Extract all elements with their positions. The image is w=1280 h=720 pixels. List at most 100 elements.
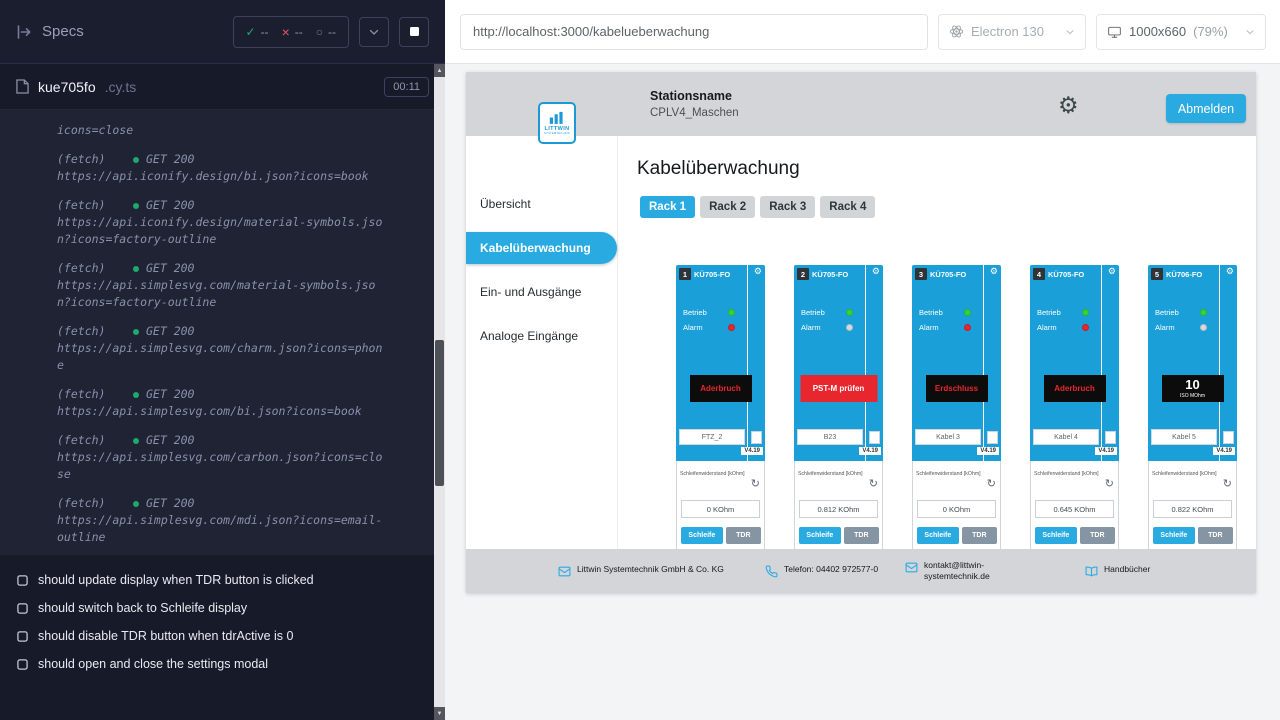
measurement-label: Schleifenwiderstand [kOhm] (680, 471, 745, 477)
card-number-badge: 5 (1151, 268, 1163, 280)
schleife-button[interactable]: Schleife (917, 527, 959, 544)
rack-tab[interactable]: Rack 2 (700, 196, 755, 218)
card-number-badge: 2 (797, 268, 809, 280)
alarm-led (1200, 324, 1207, 331)
refresh-icon[interactable]: ↻ (987, 479, 996, 490)
stop-icon (410, 27, 419, 36)
card-strip-divider (865, 265, 866, 461)
tdr-button[interactable]: TDR (962, 527, 997, 544)
status-ok-dot (133, 329, 139, 335)
status-code: GET 200 (146, 260, 194, 277)
failed-count: -- (295, 25, 303, 39)
betrieb-led (728, 309, 735, 316)
schleife-button[interactable]: Schleife (799, 527, 841, 544)
test-box-icon (17, 631, 28, 642)
stop-button[interactable] (399, 17, 429, 47)
spec-file-name: kue705fo (38, 79, 96, 95)
card-settings-gear-icon[interactable]: ⚙ (1108, 267, 1116, 276)
measurement-value: 0 KOhm (917, 500, 996, 518)
card-settings-gear-icon[interactable]: ⚙ (1226, 267, 1234, 276)
app-header: Stationsname CPLV4_Maschen ⚙ Abmelden (466, 72, 1256, 136)
network-log-entry[interactable]: (fetch) GET 200 https://api.simplesvg.co… (57, 260, 425, 311)
tdr-button[interactable]: TDR (726, 527, 761, 544)
refresh-icon[interactable]: ↻ (1105, 479, 1114, 490)
specs-list-toggle-icon[interactable] (16, 24, 32, 40)
reporter-scrollbar[interactable]: ▲ ▼ (434, 64, 445, 720)
cable-name-field[interactable]: Kabel 4 (1033, 429, 1099, 445)
schleife-button[interactable]: Schleife (1153, 527, 1195, 544)
refresh-icon[interactable]: ↻ (869, 479, 878, 490)
chevron-down-icon (368, 26, 380, 38)
sidebar-item[interactable]: Analoge Eingänge (466, 314, 617, 358)
footer-item[interactable]: Handbücher (1085, 564, 1150, 578)
alarm-message-box: Aderbruch (1044, 375, 1106, 402)
schleife-button[interactable]: Schleife (1035, 527, 1077, 544)
status-ok-dot (133, 203, 139, 209)
schleife-button[interactable]: Schleife (681, 527, 723, 544)
test-box-icon (17, 575, 28, 586)
refresh-icon[interactable]: ↻ (751, 479, 760, 490)
sidebar-item[interactable]: Ein- und Ausgänge (466, 270, 617, 314)
network-log-entry[interactable]: icons=close (57, 122, 425, 139)
alarm-message-text: 10 (1185, 378, 1199, 391)
scroll-down-arrow[interactable]: ▼ (434, 707, 445, 720)
alarm-row: Alarm (1155, 323, 1207, 332)
cable-name-field[interactable]: FTZ_2 (679, 429, 745, 445)
url-input[interactable] (460, 14, 928, 50)
test-row[interactable]: should update display when TDR button is… (0, 566, 445, 594)
book-icon (1085, 565, 1098, 578)
browser-selector[interactable]: Electron 130 (938, 14, 1086, 50)
logout-button[interactable]: Abmelden (1166, 94, 1246, 123)
rack-tab[interactable]: Rack 3 (760, 196, 815, 218)
network-log-entry[interactable]: (fetch) GET 200 https://api.simplesvg.co… (57, 386, 425, 420)
sidebar-item[interactable]: Kabelüberwachung (466, 232, 617, 264)
betrieb-label: Betrieb (801, 308, 825, 317)
test-row[interactable]: should open and close the settings modal (0, 650, 445, 678)
failed-x-icon: × (282, 25, 290, 39)
alarm-row: Alarm (683, 323, 735, 332)
status-ok-dot (133, 438, 139, 444)
betrieb-led (1200, 309, 1207, 316)
collapse-runs-button[interactable] (359, 17, 389, 47)
alarm-message-subtext: ISO MOhm (1180, 393, 1205, 399)
page-title: Kabelüberwachung (637, 157, 1256, 181)
rack-tab[interactable]: Rack 4 (820, 196, 875, 218)
test-row[interactable]: should disable TDR button when tdrActive… (0, 622, 445, 650)
cable-name-field[interactable]: B23 (797, 429, 863, 445)
alarm-led (728, 324, 735, 331)
footer-item[interactable]: Littwin Systemtechnik GmbH & Co. KG (558, 564, 765, 578)
viewport-selector[interactable]: 1000x660 (79%) (1096, 14, 1266, 50)
network-log-entry[interactable]: (fetch) GET 200 https://api.simplesvg.co… (57, 495, 425, 546)
card-settings-gear-icon[interactable]: ⚙ (754, 267, 762, 276)
betrieb-led (1082, 309, 1089, 316)
footer-item[interactable]: Telefon: 04402 972577-0 (765, 564, 905, 578)
footer-item[interactable]: kontakt@littwin-systemtechnik.de (905, 560, 1085, 583)
measurement-panel: Schleifenwiderstand [kOhm] ↻ 0 KOhm Schl… (676, 461, 765, 555)
card-settings-gear-icon[interactable]: ⚙ (990, 267, 998, 276)
card-settings-gear-icon[interactable]: ⚙ (872, 267, 880, 276)
cypress-header: Specs ✓-- ×-- ○-- (0, 0, 445, 64)
test-row[interactable]: should switch back to Schleife display (0, 594, 445, 622)
network-log-entry[interactable]: (fetch) GET 200 https://api.simplesvg.co… (57, 432, 425, 483)
tdr-button[interactable]: TDR (1198, 527, 1233, 544)
spec-file-row[interactable]: kue705fo .cy.ts 00:11 (0, 64, 445, 110)
firmware-version-badge: V4.19 (1095, 447, 1117, 455)
rack-tab[interactable]: Rack 1 (640, 196, 695, 218)
tdr-button[interactable]: TDR (1080, 527, 1115, 544)
tdr-button[interactable]: TDR (844, 527, 879, 544)
refresh-icon[interactable]: ↻ (1223, 479, 1232, 490)
alarm-message-text: Erdschluss (935, 384, 978, 393)
settings-gear-icon[interactable]: ⚙ (1058, 94, 1079, 117)
network-log-entry[interactable]: (fetch) GET 200 https://api.iconify.desi… (57, 151, 425, 185)
network-log-entry[interactable]: (fetch) GET 200 https://api.iconify.desi… (57, 197, 425, 248)
alarm-message-text: Aderbruch (1054, 384, 1094, 393)
sidebar-item[interactable]: Übersicht (466, 182, 617, 226)
test-box-icon (17, 603, 28, 614)
scroll-up-arrow[interactable]: ▲ (434, 64, 445, 77)
scrollbar-thumb[interactable] (435, 340, 444, 486)
cable-name-field[interactable]: Kabel 5 (1151, 429, 1217, 445)
cable-name-field[interactable]: Kabel 3 (915, 429, 981, 445)
pending-count: -- (328, 25, 336, 39)
footer-text: Littwin Systemtechnik GmbH & Co. KG (577, 564, 727, 575)
network-log-entry[interactable]: (fetch) GET 200 https://api.simplesvg.co… (57, 323, 425, 374)
